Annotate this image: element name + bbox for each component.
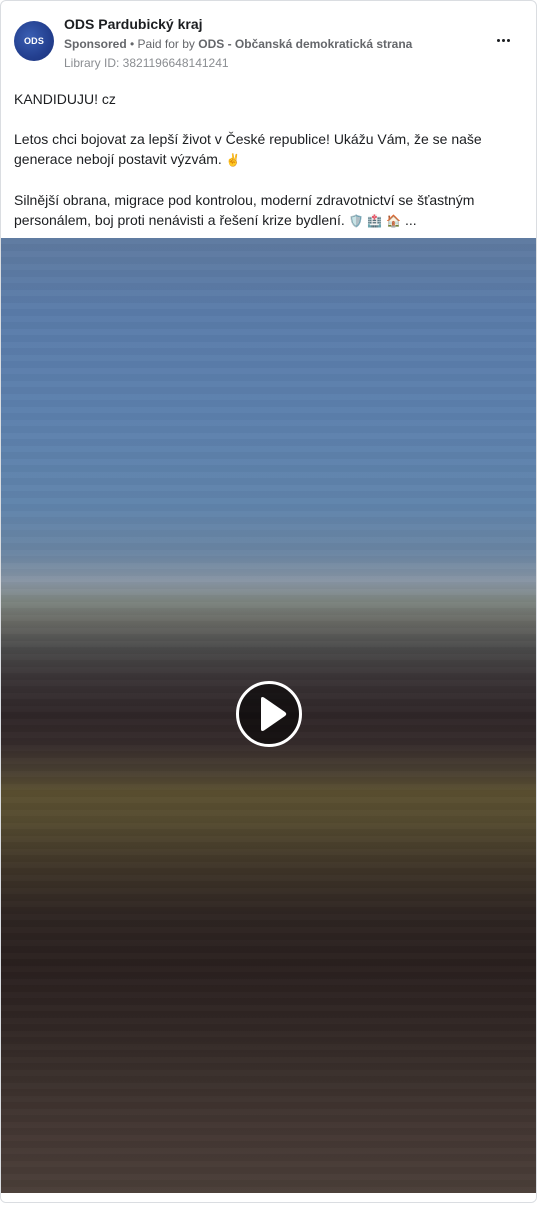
body-paragraph-2: Letos chci bojovat za lepší život v Česk… (14, 129, 522, 170)
page-name[interactable]: ODS Pardubický kraj (64, 15, 483, 33)
sponsored-label: Sponsored (64, 37, 127, 51)
ellipsis-icon[interactable] (493, 33, 513, 47)
paragraph-3-emojis: 🛡️ 🏥 🏠 (348, 214, 402, 228)
sponsored-line: Sponsored • Paid for by ODS - Občanská d… (64, 36, 483, 52)
body-paragraph-3: Silnější obrana, migrace pod kontrolou, … (14, 190, 522, 231)
ellipsis-dot (501, 38, 505, 42)
paragraph-2-text: Letos chci bojovat za lepší život v Česk… (14, 131, 482, 167)
ad-card: ODS ODS Pardubický kraj Sponsored • Paid… (0, 0, 537, 1203)
ad-meta: ODS Pardubický kraj Sponsored • Paid for… (64, 14, 483, 71)
victory-hand-emoji: ✌️ (225, 153, 241, 167)
body-line-1: KANDIDUJU! cz (14, 91, 116, 107)
play-triangle (261, 697, 287, 731)
avatar[interactable]: ODS (14, 21, 54, 61)
ad-header: ODS ODS Pardubický kraj Sponsored • Paid… (14, 14, 523, 72)
see-more-ellipsis[interactable]: ... (405, 212, 417, 228)
paid-for-prefix: Paid for by (137, 37, 199, 51)
ellipsis-dot (496, 38, 500, 42)
library-id: Library ID: 3821196648141241 (64, 56, 229, 70)
separator-dot: • (126, 37, 138, 51)
card-footer (1, 1193, 536, 1202)
play-icon[interactable] (236, 681, 302, 747)
video-player[interactable] (1, 238, 536, 1193)
paid-for-by: ODS - Občanská demokratická strana (198, 37, 413, 51)
ad-body-text: KANDIDUJU! cz Letos chci bojovat za lepš… (14, 89, 522, 251)
avatar-logo-text: ODS (23, 36, 45, 46)
ellipsis-dot (506, 38, 510, 42)
